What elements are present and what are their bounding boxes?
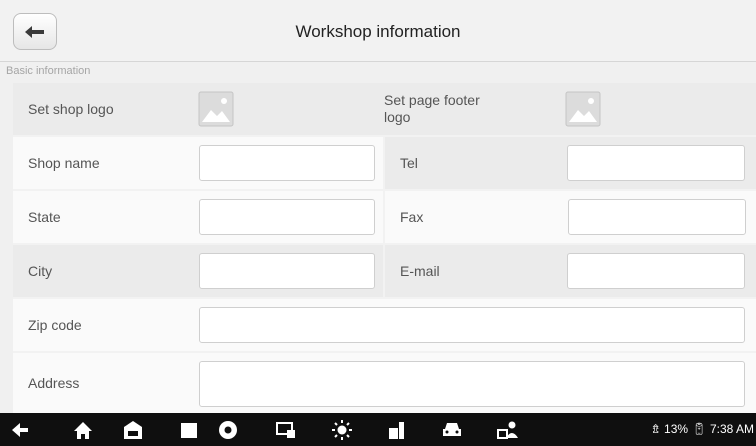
zip-code-input[interactable] — [199, 307, 745, 343]
state-label: State — [28, 209, 61, 225]
shop-name-row: Shop name Tel — [13, 137, 756, 189]
shop-name-label: Shop name — [28, 155, 100, 171]
footer-logo-image-icon[interactable] — [565, 91, 601, 127]
footer-logo-label-line2: logo — [384, 109, 411, 125]
footer-logo-label-line1: Set page footer — [384, 92, 480, 108]
city-label: City — [28, 263, 53, 279]
city-row: City E-mail — [13, 245, 756, 297]
wifi-icon: ⇯ — [650, 422, 661, 436]
vehicle-icon[interactable] — [441, 419, 463, 441]
browser-icon[interactable] — [217, 419, 239, 441]
tel-label: Tel — [400, 155, 418, 171]
state-input[interactable] — [199, 199, 375, 235]
state-row: State Fax — [13, 191, 756, 243]
car-garage-icon[interactable] — [122, 419, 144, 441]
shop-name-input[interactable] — [199, 145, 375, 181]
workshop-form: Set shop logo Set page footer logo Shop … — [13, 83, 756, 413]
recent-apps-icon[interactable] — [178, 419, 200, 441]
fax-label: Fax — [400, 209, 424, 225]
city-input[interactable] — [199, 253, 375, 289]
section-label: Basic information — [6, 65, 91, 77]
zip-code-label: Zip code — [28, 317, 82, 333]
address-row: Address — [13, 353, 756, 413]
brightness-icon[interactable] — [331, 419, 353, 441]
shop-logo-label: Set shop logo — [28, 101, 114, 117]
address-input[interactable] — [199, 361, 745, 407]
back-icon[interactable] — [9, 419, 31, 441]
email-input[interactable] — [567, 253, 745, 289]
screen-mirror-icon[interactable] — [275, 419, 297, 441]
email-label: E-mail — [400, 263, 440, 279]
fax-input[interactable] — [568, 199, 746, 235]
page-title: Workshop information — [295, 22, 461, 41]
zip-row: Zip code — [13, 299, 756, 351]
battery-percent: 13% — [664, 422, 689, 436]
tel-input[interactable] — [567, 145, 745, 181]
vci-icon[interactable] — [386, 419, 408, 441]
shop-logo-image-icon[interactable] — [198, 91, 234, 127]
remote-expert-icon[interactable] — [497, 419, 519, 441]
battery-icon: 🔋︎ — [691, 422, 707, 436]
system-navbar: ⇯ 13% 🔋︎ 7:38 AM — [0, 413, 756, 446]
logo-row: Set shop logo Set page footer logo — [13, 83, 756, 135]
status-bar: ⇯ 13% 🔋︎ 7:38 AM — [651, 422, 754, 436]
home-icon[interactable] — [72, 419, 94, 441]
clock: 7:38 AM — [709, 422, 754, 436]
address-label: Address — [28, 375, 80, 391]
app-header: Workshop information — [0, 0, 756, 62]
